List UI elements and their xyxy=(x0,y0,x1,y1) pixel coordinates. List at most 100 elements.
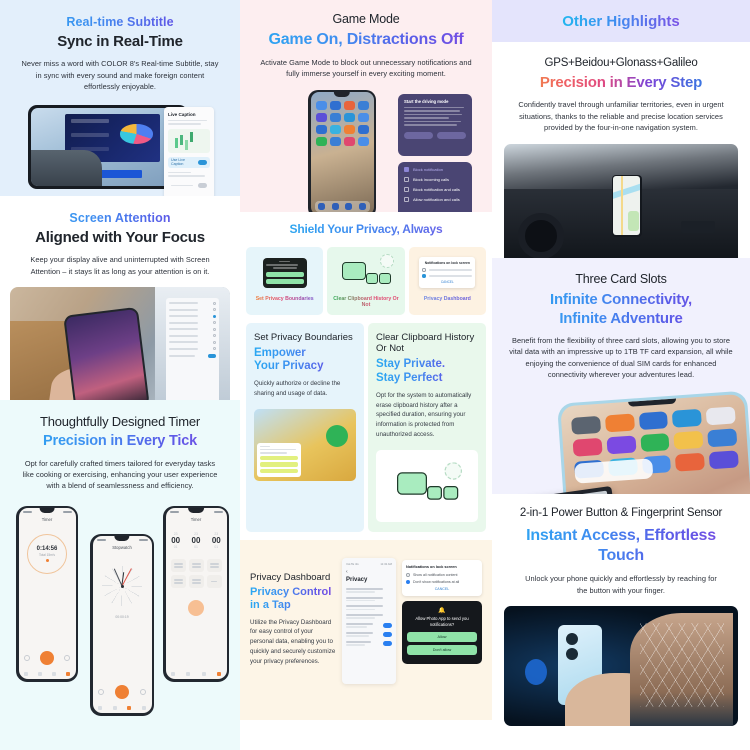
tab-stopwatch[interactable] xyxy=(201,672,206,677)
notif-option-hide-all[interactable]: Don't show notifications at all xyxy=(406,579,478,584)
minutes-picker[interactable]: 23 00 01 xyxy=(192,532,201,549)
app-icon[interactable] xyxy=(343,113,355,123)
tab-timer[interactable] xyxy=(66,672,71,677)
shield-card-boundaries[interactable]: Set Privacy Boundaries xyxy=(246,246,324,315)
app-icon[interactable] xyxy=(604,413,635,433)
hours-next[interactable]: 01 xyxy=(171,545,180,549)
cancel-button[interactable] xyxy=(404,131,433,139)
lap-button[interactable] xyxy=(98,689,104,696)
tab-timer[interactable] xyxy=(142,706,147,711)
app-icon[interactable] xyxy=(329,137,341,147)
allow-option[interactable] xyxy=(260,455,298,461)
hours-picker[interactable]: 23 00 01 xyxy=(171,532,180,549)
preset-tile[interactable] xyxy=(188,575,204,589)
timer-presets[interactable] xyxy=(166,559,227,589)
option-block-incoming-calls[interactable]: Block incoming calls xyxy=(404,176,466,182)
tab-stopwatch[interactable] xyxy=(127,706,132,711)
app-icon[interactable] xyxy=(705,406,736,426)
screen-attention-toggle[interactable] xyxy=(169,353,216,358)
camera-access-toggle[interactable] xyxy=(346,622,392,628)
setting-row[interactable] xyxy=(169,340,216,344)
start-button[interactable] xyxy=(115,685,129,700)
app-icon[interactable] xyxy=(357,137,369,147)
time-picker[interactable]: 23 00 01 23 00 01 23 00 01 xyxy=(166,532,227,549)
setting-row[interactable] xyxy=(169,327,216,331)
notif-option[interactable] xyxy=(422,274,473,278)
setting-row[interactable] xyxy=(169,347,216,351)
radio-icon[interactable] xyxy=(406,572,410,577)
settings-row[interactable] xyxy=(346,605,392,611)
shield-card-clipboard[interactable]: Clear Clipboard History Or Not xyxy=(327,246,405,315)
radio-icon[interactable] xyxy=(404,166,409,172)
app-icon[interactable] xyxy=(673,430,704,450)
tab-alarm[interactable] xyxy=(23,672,28,677)
add-time-button[interactable] xyxy=(64,655,71,662)
app-icon[interactable] xyxy=(329,113,341,123)
tab-clock[interactable] xyxy=(37,672,42,677)
app-icon[interactable] xyxy=(572,437,603,457)
bottom-tabs[interactable] xyxy=(166,672,227,677)
seconds-value[interactable]: 00 xyxy=(212,536,221,545)
app-icon[interactable] xyxy=(638,410,669,430)
option-block-notification[interactable]: Block notification xyxy=(404,166,466,172)
preset-tile[interactable] xyxy=(188,559,204,573)
microphone-access-toggle[interactable] xyxy=(346,631,392,637)
hours-value[interactable]: 00 xyxy=(171,536,180,545)
dock-messages-icon[interactable] xyxy=(331,203,339,211)
app-icon[interactable] xyxy=(357,113,369,123)
app-icon[interactable] xyxy=(639,432,670,452)
app-icon[interactable] xyxy=(708,450,739,470)
tab-alarm[interactable] xyxy=(171,672,176,677)
allow-button[interactable]: Allow xyxy=(407,632,477,643)
use-live-caption-toggle[interactable]: Use Live Caption xyxy=(168,156,210,168)
setting-row[interactable] xyxy=(169,334,216,338)
tab-clock[interactable] xyxy=(112,706,117,711)
app-icon[interactable] xyxy=(571,415,601,435)
dialog-buttons[interactable] xyxy=(404,131,466,139)
settings-row[interactable] xyxy=(346,596,392,602)
dock[interactable] xyxy=(314,201,370,212)
app-icon[interactable] xyxy=(606,435,637,455)
dock-phone-icon[interactable] xyxy=(317,203,325,211)
option-block-notification-and-calls[interactable]: Block notification and calls xyxy=(404,186,466,192)
toggle-knob[interactable] xyxy=(198,159,207,165)
setting-row[interactable] xyxy=(169,314,216,318)
tab-timer[interactable] xyxy=(216,672,221,677)
toggle-switch[interactable] xyxy=(383,640,392,646)
toggle-switch[interactable] xyxy=(383,622,392,628)
app-icon[interactable] xyxy=(329,101,341,111)
settings-row[interactable] xyxy=(346,587,392,593)
reset-button[interactable] xyxy=(23,655,30,662)
app-icon[interactable] xyxy=(357,101,369,111)
timer-controls[interactable] xyxy=(19,651,76,666)
seconds-picker[interactable]: 23 00 01 xyxy=(212,532,221,549)
start-timer-button[interactable] xyxy=(188,600,204,617)
minutes-value[interactable]: 00 xyxy=(192,536,201,545)
secondary-toggle[interactable] xyxy=(168,180,210,191)
app-icon[interactable] xyxy=(343,125,355,135)
radio-icon[interactable] xyxy=(404,196,409,202)
app-icon[interactable] xyxy=(315,137,327,147)
dock-camera-icon[interactable] xyxy=(359,203,367,211)
app-grid[interactable] xyxy=(311,92,374,147)
app-icon[interactable] xyxy=(343,101,355,111)
setting-row[interactable] xyxy=(169,321,216,325)
app-icon[interactable] xyxy=(329,125,341,135)
preset-tile[interactable] xyxy=(170,559,186,573)
app-icon[interactable] xyxy=(707,428,738,448)
app-icon[interactable] xyxy=(315,125,327,135)
shield-card-dashboard[interactable]: Notifications on lock screen CANCEL Priv… xyxy=(408,246,486,315)
allow-once-option[interactable] xyxy=(260,462,298,467)
minutes-next[interactable]: 01 xyxy=(192,545,201,549)
tab-stopwatch[interactable] xyxy=(52,672,57,677)
toggle-knob[interactable] xyxy=(198,182,207,188)
seconds-next[interactable]: 01 xyxy=(212,545,221,549)
deny-option[interactable] xyxy=(260,468,298,474)
back-icon[interactable]: ‹ xyxy=(346,569,392,575)
start-button[interactable] xyxy=(437,131,466,139)
option-allow-notification-and-calls[interactable]: Allow notification and calls xyxy=(404,196,466,202)
notif-option-show-all[interactable]: Show all notification content xyxy=(406,572,478,577)
dock-browser-icon[interactable] xyxy=(345,203,353,211)
radio-icon[interactable] xyxy=(406,579,410,584)
app-icon[interactable] xyxy=(675,452,706,472)
